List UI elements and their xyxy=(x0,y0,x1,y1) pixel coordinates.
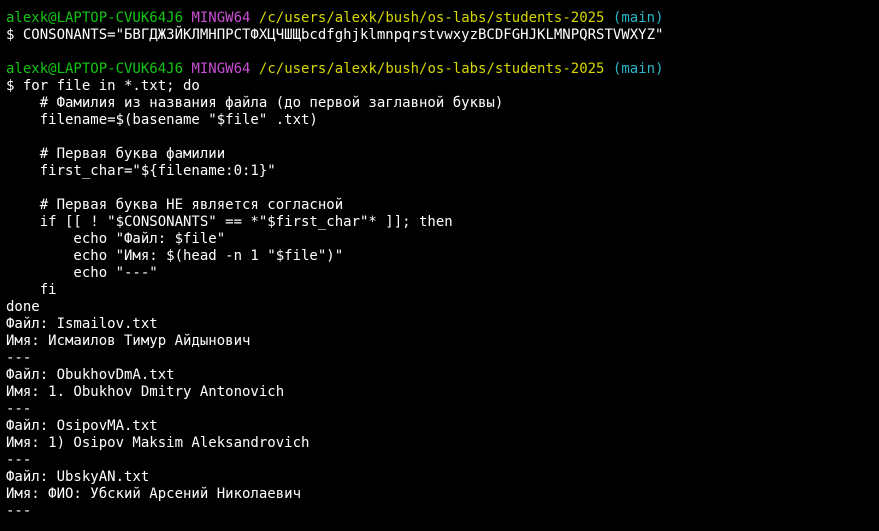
output-line: --- xyxy=(6,452,32,468)
output-line: Файл: ObukhovDmA.txt xyxy=(6,367,175,383)
script-line xyxy=(6,180,879,197)
script-line: # Фамилия из названия файла (до первой з… xyxy=(6,95,504,111)
script-line: # Первая буква НЕ является согласной xyxy=(6,197,344,213)
script-line: if [[ ! "$CONSONANTS" == *"$first_char"*… xyxy=(6,214,453,230)
script-line: echo "Имя: $(head -n 1 "$file")" xyxy=(6,248,344,264)
output-line: Файл: OsipovMA.txt xyxy=(6,418,158,434)
prompt-path: /c/users/alexk/bush/os-labs/students-202… xyxy=(258,61,605,77)
prompt-user-host: alexk@LAPTOP-CVUK64J6 xyxy=(6,61,184,77)
prompt-line: alexk@LAPTOP-CVUK64J6 MINGW64 /c/users/a… xyxy=(6,61,879,78)
script-line: # Первая буква фамилии xyxy=(6,146,226,162)
prompt-user-host: alexk@LAPTOP-CVUK64J6 xyxy=(6,10,184,26)
script-line: echo "Файл: $file" xyxy=(6,231,226,247)
output-line: Файл: UbskyAN.txt xyxy=(6,469,150,485)
script-line: done xyxy=(6,299,40,315)
output-line: Имя: Исмаилов Тимур Айдынович xyxy=(6,333,251,349)
output-line: --- xyxy=(6,401,32,417)
prompt-line: alexk@LAPTOP-CVUK64J6 MINGW64 /c/users/a… xyxy=(6,10,879,27)
output-line: --- xyxy=(6,350,32,366)
script-line: echo "---" xyxy=(6,265,158,281)
command-line: $ CONSONANTS="БВГДЖЗЙКЛМНПРСТФХЦЧШЩbcdfg… xyxy=(6,27,664,43)
output-line: Имя: ФИО: Убский Арсений Николаевич xyxy=(6,486,302,502)
prompt-path: /c/users/alexk/bush/os-labs/students-202… xyxy=(258,10,605,26)
prompt-branch: (main) xyxy=(612,10,664,26)
script-line: first_char="${filename:0:1}" xyxy=(6,163,276,179)
script-line xyxy=(6,129,879,146)
prompt-system: MINGW64 xyxy=(191,10,251,26)
output-line: Имя: 1) Osipov Maksim Aleksandrovich xyxy=(6,435,310,451)
script-line: filename=$(basename "$file" .txt) xyxy=(6,112,318,128)
output-line: Файл: Ismailov.txt xyxy=(6,316,158,332)
terminal-window[interactable]: alexk@LAPTOP-CVUK64J6 MINGW64 /c/users/a… xyxy=(0,0,879,531)
script-line: fi xyxy=(6,282,57,298)
prompt-branch: (main) xyxy=(612,61,664,77)
script-line: $ for file in *.txt; do xyxy=(6,78,200,94)
output-line: Имя: 1. Obukhov Dmitry Antonovich xyxy=(6,384,285,400)
prompt-system: MINGW64 xyxy=(191,61,251,77)
output-line: --- xyxy=(6,503,32,519)
